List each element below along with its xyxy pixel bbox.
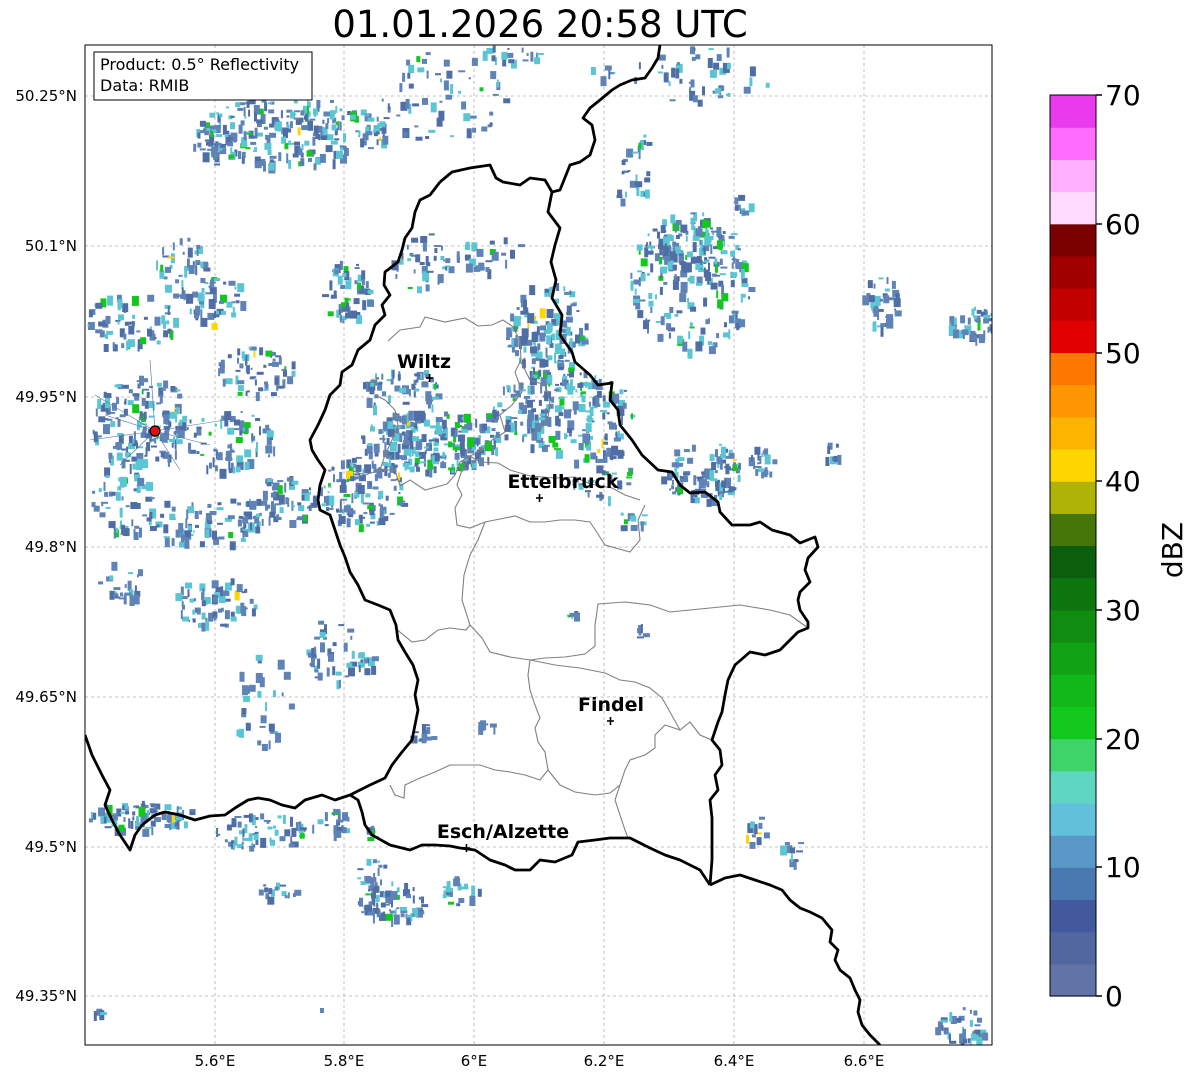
colorbar-segment bbox=[1050, 481, 1096, 514]
colorbar-label: dBZ bbox=[1156, 521, 1184, 579]
colorbar-segment bbox=[1050, 770, 1096, 804]
colorbar-tick-labels: 0 10 20 30 40 50 60 70 bbox=[1105, 79, 1141, 1013]
lat-label: 49.5°N bbox=[25, 838, 77, 856]
colorbar-segment bbox=[1050, 674, 1096, 707]
colorbar-segment bbox=[1050, 899, 1096, 933]
colorbar-segment bbox=[1050, 738, 1096, 772]
colorbar-segment bbox=[1050, 159, 1096, 193]
lon-label: 6.2°E bbox=[584, 1052, 625, 1070]
colorbar-segment bbox=[1050, 416, 1096, 450]
colorbar-segment bbox=[1050, 288, 1096, 321]
city-label-esch-alzette: Esch/Alzette bbox=[437, 821, 569, 843]
colorbar-tick-label: 70 bbox=[1105, 79, 1141, 112]
lon-label: 6°E bbox=[461, 1052, 488, 1070]
latitude-labels: 50.25°N 50.1°N 49.95°N 49.8°N 49.65°N 49… bbox=[15, 87, 77, 1005]
colorbar-segment bbox=[1050, 191, 1096, 225]
colorbar-segment bbox=[1050, 835, 1096, 868]
map-area bbox=[85, 45, 992, 1045]
colorbar-segment bbox=[1050, 255, 1096, 289]
colorbar bbox=[1050, 95, 1096, 997]
lat-label: 49.35°N bbox=[15, 987, 77, 1005]
colorbar-segment bbox=[1050, 223, 1096, 257]
colorbar-segment bbox=[1050, 867, 1096, 901]
colorbar-segment bbox=[1050, 963, 1096, 997]
lat-label: 49.65°N bbox=[15, 688, 77, 706]
colorbar-segment bbox=[1050, 609, 1096, 643]
colorbar-tick-label: 30 bbox=[1105, 594, 1141, 627]
colorbar-segment bbox=[1050, 448, 1096, 482]
lat-label: 50.1°N bbox=[25, 237, 77, 255]
colorbar-tick-label: 0 bbox=[1105, 980, 1123, 1013]
city-label-wiltz: Wiltz bbox=[397, 351, 451, 373]
colorbar-tick-label: 40 bbox=[1105, 465, 1141, 498]
city-label-findel: Findel bbox=[578, 694, 644, 716]
colorbar-segment bbox=[1050, 352, 1096, 386]
lon-label: 6.6°E bbox=[844, 1052, 885, 1070]
radar-map: Wiltz Ettelbruck Findel Esch/Alzette Pro… bbox=[15, 44, 1141, 1070]
longitude-labels: 5.6°E 5.8°E 6°E 6.2°E 6.4°E 6.6°E bbox=[195, 1052, 885, 1070]
colorbar-segment bbox=[1050, 95, 1096, 128]
lon-label: 5.6°E bbox=[195, 1052, 236, 1070]
city-label-ettelbruck: Ettelbruck bbox=[508, 471, 619, 493]
colorbar-segment bbox=[1050, 802, 1096, 836]
info-data-source: Data: RMIB bbox=[100, 76, 189, 95]
colorbar-segment bbox=[1050, 513, 1096, 547]
lat-label: 49.95°N bbox=[15, 388, 77, 406]
colorbar-segment bbox=[1050, 127, 1096, 160]
lat-label: 50.25°N bbox=[15, 87, 77, 105]
lon-label: 5.8°E bbox=[324, 1052, 365, 1070]
colorbar-ticks bbox=[1096, 94, 1102, 997]
colorbar-tick-label: 50 bbox=[1105, 337, 1141, 370]
colorbar-tick-label: 10 bbox=[1105, 851, 1141, 884]
colorbar-tick-label: 60 bbox=[1105, 208, 1141, 241]
colorbar-segment bbox=[1050, 545, 1096, 579]
colorbar-segment bbox=[1050, 320, 1096, 354]
lon-label: 6.4°E bbox=[714, 1052, 755, 1070]
colorbar-segment bbox=[1050, 931, 1096, 965]
lat-label: 49.8°N bbox=[25, 538, 77, 556]
colorbar-segment bbox=[1050, 384, 1096, 418]
colorbar-segment bbox=[1050, 706, 1096, 740]
colorbar-segment bbox=[1050, 642, 1096, 675]
info-box: Product: 0.5° Reflectivity Data: RMIB bbox=[93, 51, 313, 101]
radar-site-marker bbox=[149, 425, 161, 437]
colorbar-segment bbox=[1050, 577, 1096, 611]
info-product: Product: 0.5° Reflectivity bbox=[100, 55, 299, 74]
colorbar-tick-label: 20 bbox=[1105, 723, 1141, 756]
